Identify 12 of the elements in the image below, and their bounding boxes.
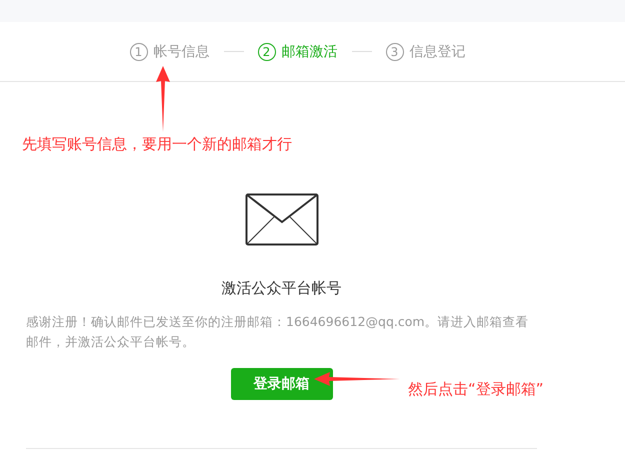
annotation-text: 先填写账号信息，要用一个新的邮箱才行 bbox=[22, 135, 292, 154]
envelope-icon bbox=[244, 193, 318, 246]
step-label: 帐号信息 bbox=[154, 42, 210, 60]
step-label: 信息登记 bbox=[410, 42, 466, 60]
login-mailbox-button[interactable]: 登录邮箱 bbox=[230, 368, 332, 400]
annotation-text: 然后点击“登录邮箱” bbox=[408, 380, 544, 399]
confirmation-message: 感谢注册！确认邮件已发送至你的注册邮箱：1664696612@qq.com。请进入邮箱查看邮件，并激活公众平台帐号。 bbox=[26, 313, 530, 351]
activation-title: 激活公众平台帐号 bbox=[222, 279, 342, 298]
step-number: 2 bbox=[258, 42, 276, 60]
step-number: 3 bbox=[386, 42, 404, 60]
step-number: 1 bbox=[130, 42, 148, 60]
step-label: 邮箱激活 bbox=[282, 42, 338, 60]
